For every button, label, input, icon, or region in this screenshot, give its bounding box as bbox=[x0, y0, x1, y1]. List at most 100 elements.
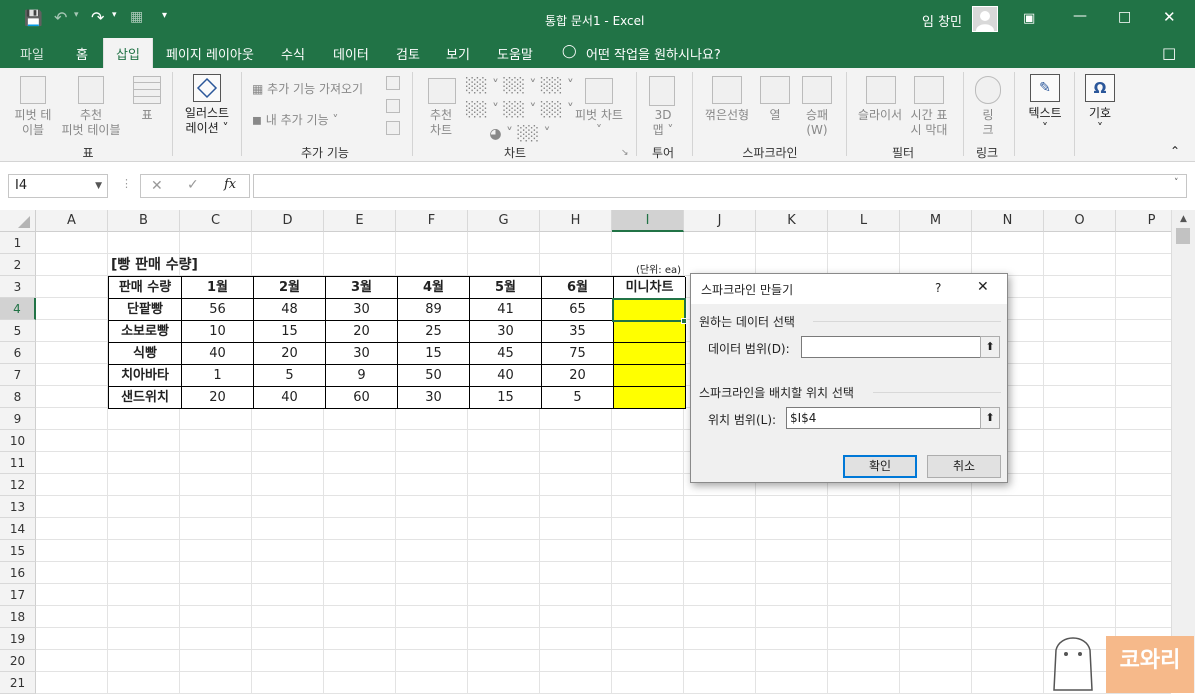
minichart-cell[interactable] bbox=[614, 365, 686, 387]
sparkline-column-button[interactable]: 열 bbox=[768, 108, 782, 123]
tell-me-box[interactable]: 어떤 작업을 원하시나요? bbox=[586, 44, 721, 63]
illustrations-button[interactable]: 일러스트 레이션 ˅ bbox=[178, 106, 236, 136]
minichart-cell[interactable] bbox=[614, 387, 686, 409]
table-cell[interactable]: 20 bbox=[326, 321, 398, 343]
table-cell[interactable]: 65 bbox=[542, 299, 614, 321]
timeline-button[interactable]: 시간 표시 막대 bbox=[906, 108, 952, 138]
dialog-close-icon[interactable]: ✕ bbox=[977, 279, 989, 295]
column-header[interactable]: A bbox=[36, 210, 108, 232]
table-cell[interactable]: 41 bbox=[470, 299, 542, 321]
user-name[interactable]: 임 창민 bbox=[922, 11, 962, 30]
worksheet[interactable]: ABCDEFGHIJKLMNOP 1 2 3 4 5 6 7 8 9 10 11 12 13 14 15 16… bbox=[0, 210, 1195, 694]
avatar[interactable] bbox=[972, 6, 998, 32]
tab-data[interactable]: 데이터 bbox=[333, 44, 369, 63]
table-cell[interactable]: 20 bbox=[254, 343, 326, 365]
table-cell[interactable]: 56 bbox=[182, 299, 254, 321]
row-header[interactable]: 18 bbox=[0, 606, 36, 628]
get-addins-button[interactable]: ▦ 추가 기능 가져오기 bbox=[252, 82, 363, 97]
chart-dialog-launcher-icon[interactable]: ↘ bbox=[621, 146, 629, 161]
sparkline-line-button[interactable]: 꺾은선형 bbox=[700, 108, 754, 123]
column-header[interactable]: N bbox=[972, 210, 1044, 232]
data-range-collapse-icon[interactable]: ⬆ bbox=[980, 336, 1000, 358]
row-label-cell[interactable]: 식빵 bbox=[109, 343, 182, 365]
table-cell[interactable]: 75 bbox=[542, 343, 614, 365]
table-cell[interactable]: 30 bbox=[326, 343, 398, 365]
vertical-scrollbar[interactable]: ▲ bbox=[1171, 210, 1195, 693]
column-header[interactable]: I bbox=[612, 210, 684, 232]
column-header[interactable]: J bbox=[684, 210, 756, 232]
select-all-corner[interactable] bbox=[0, 210, 36, 232]
row-header[interactable]: 21 bbox=[0, 672, 36, 694]
row-header[interactable]: 19 bbox=[0, 628, 36, 650]
location-range-input[interactable]: $I$4 bbox=[786, 407, 981, 429]
table-cell[interactable]: 89 bbox=[398, 299, 470, 321]
symbols-button[interactable]: 기호 ˅ bbox=[1080, 106, 1120, 136]
table-header-cell[interactable]: 미니차트 bbox=[614, 277, 686, 299]
row-header[interactable]: 5 bbox=[0, 320, 36, 342]
dialog-title-bar[interactable]: 스파크라인 만들기 ? ✕ bbox=[691, 274, 1007, 304]
table-cell[interactable]: 30 bbox=[470, 321, 542, 343]
formula-input[interactable] bbox=[253, 174, 1187, 198]
row-header[interactable]: 7 bbox=[0, 364, 36, 386]
row-header[interactable]: 6 bbox=[0, 342, 36, 364]
touch-mode-icon[interactable]: ▦ bbox=[130, 9, 143, 25]
table-cell[interactable]: 30 bbox=[398, 387, 470, 409]
table-cell[interactable]: 5 bbox=[542, 387, 614, 409]
column-header[interactable]: C bbox=[180, 210, 252, 232]
fill-handle[interactable] bbox=[681, 318, 687, 324]
ribbon-display-options-icon[interactable]: ▣ bbox=[1023, 11, 1035, 26]
table-header-cell[interactable]: 1월 bbox=[182, 277, 254, 299]
table-header-cell[interactable]: 5월 bbox=[470, 277, 542, 299]
row-header[interactable]: 15 bbox=[0, 540, 36, 562]
row-header[interactable]: 8 bbox=[0, 386, 36, 408]
enter-icon[interactable]: ✓ bbox=[187, 177, 199, 193]
table-cell[interactable]: 1 bbox=[182, 365, 254, 387]
table-cell[interactable]: 25 bbox=[398, 321, 470, 343]
text-button[interactable]: 텍스트 ˅ bbox=[1020, 106, 1070, 136]
table-cell[interactable]: 48 bbox=[254, 299, 326, 321]
row-header[interactable]: 17 bbox=[0, 584, 36, 606]
redo-dropdown-icon[interactable]: ▾ bbox=[112, 10, 117, 20]
column-header[interactable]: D bbox=[252, 210, 324, 232]
my-addins-button[interactable]: ◼ 내 추가 기능 ˅ bbox=[252, 113, 338, 128]
cancel-icon[interactable]: ✕ bbox=[151, 178, 163, 194]
recommended-pivot-button[interactable]: 추천 피벗 테이블 bbox=[58, 108, 124, 138]
column-header[interactable]: O bbox=[1044, 210, 1116, 232]
collapse-ribbon-icon[interactable]: ⌃ bbox=[1170, 144, 1180, 159]
table-header-cell[interactable]: 3월 bbox=[326, 277, 398, 299]
table-cell[interactable]: 15 bbox=[254, 321, 326, 343]
table-header-cell[interactable]: 4월 bbox=[398, 277, 470, 299]
row-header[interactable]: 13 bbox=[0, 496, 36, 518]
save-icon[interactable]: 💾 bbox=[24, 9, 43, 27]
undo-dropdown-icon[interactable]: ▾ bbox=[74, 10, 79, 20]
table-header-cell[interactable]: 2월 bbox=[254, 277, 326, 299]
row-header[interactable]: 9 bbox=[0, 408, 36, 430]
tab-file[interactable]: 파일 bbox=[20, 44, 44, 63]
table-cell[interactable]: 9 bbox=[326, 365, 398, 387]
table-cell[interactable]: 30 bbox=[326, 299, 398, 321]
table-cell[interactable]: 10 bbox=[182, 321, 254, 343]
undo-icon[interactable]: ↶ bbox=[54, 8, 67, 27]
link-button[interactable]: 링크 bbox=[978, 108, 998, 138]
row-header[interactable]: 10 bbox=[0, 430, 36, 452]
tab-insert[interactable]: 삽입 bbox=[103, 38, 153, 68]
slicer-button[interactable]: 슬라이서 bbox=[852, 108, 908, 123]
table-button[interactable]: 표 bbox=[137, 108, 157, 123]
row-label-cell[interactable]: 단팥빵 bbox=[109, 299, 182, 321]
name-box[interactable]: I4 ▼ bbox=[8, 174, 108, 198]
cancel-button[interactable]: 취소 bbox=[927, 455, 1001, 478]
row-header[interactable]: 12 bbox=[0, 474, 36, 496]
row-header[interactable]: 14 bbox=[0, 518, 36, 540]
close-icon[interactable]: ✕ bbox=[1163, 8, 1176, 26]
table-cell[interactable]: 20 bbox=[182, 387, 254, 409]
tab-page-layout[interactable]: 페이지 레이아웃 bbox=[166, 44, 254, 63]
column-header[interactable]: G bbox=[468, 210, 540, 232]
sparkline-winloss-button[interactable]: 승패 (W) bbox=[800, 108, 834, 138]
ok-button[interactable]: 확인 bbox=[843, 455, 917, 478]
tab-review[interactable]: 검토 bbox=[396, 44, 420, 63]
column-header[interactable]: M bbox=[900, 210, 972, 232]
tab-help[interactable]: 도움말 bbox=[497, 44, 533, 63]
table-cell[interactable]: 50 bbox=[398, 365, 470, 387]
row-header[interactable]: 2 bbox=[0, 254, 36, 276]
chart-type-buttons[interactable]: ░░ ˅ ░░ ˅ ░░ ˅ ░░ ˅ ░░ ˅ ░░ ˅ ◕ ˅ ░░ ˅ bbox=[466, 74, 574, 146]
